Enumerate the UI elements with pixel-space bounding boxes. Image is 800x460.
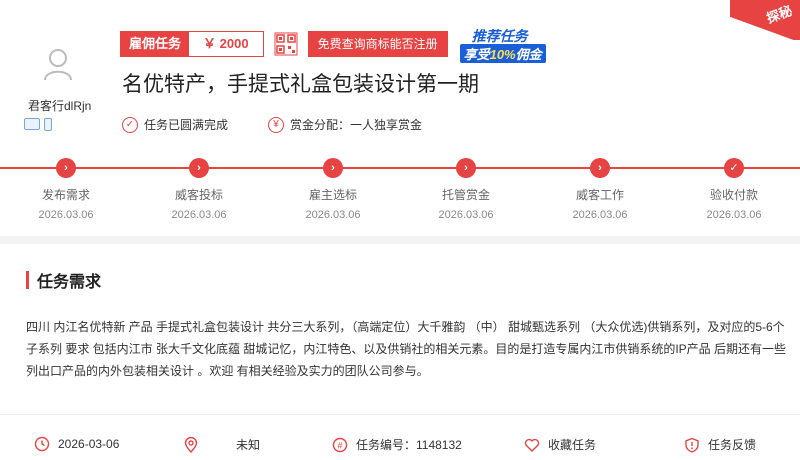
- shield-alert-icon: [685, 437, 699, 453]
- user-badges: [20, 118, 100, 131]
- footer-task-no: # 任务编号：1148132: [332, 436, 462, 453]
- clock-icon: [34, 436, 50, 452]
- reward-amount: ￥ 2000: [189, 32, 263, 56]
- promo-line1: 推荐任务: [471, 28, 528, 44]
- section-divider: [0, 236, 800, 244]
- username[interactable]: 君客行dlRjn: [20, 97, 100, 114]
- step-4: › 托管赏金 2026.03.06: [421, 157, 511, 221]
- svg-text:#: #: [337, 440, 342, 450]
- promo-line2: 享受10%佣金: [459, 44, 546, 63]
- favorite-task[interactable]: 收藏任务: [524, 436, 596, 453]
- trademark-check-button[interactable]: 免费查询商标能否注册: [307, 31, 448, 57]
- feedback-task[interactable]: 任务反馈: [684, 436, 756, 453]
- header-row: 雇佣任务 ￥ 2000 免费查询商标能否注册 推荐任务 享受10%佣金: [120, 24, 560, 64]
- progress-line: [0, 167, 800, 169]
- promo-banner[interactable]: 推荐任务 享受10%佣金: [458, 24, 560, 64]
- task-status: ✓ 任务已圆满完成: [122, 116, 228, 133]
- step-6: ✓ 验收付款 2026.03.06: [689, 157, 779, 221]
- phone-icon: [44, 118, 52, 131]
- footer-divider: [0, 414, 800, 415]
- reward-box: 雇佣任务 ￥ 2000: [120, 31, 264, 57]
- reward-label: 雇佣任务: [121, 32, 190, 56]
- chevron-right-icon: ›: [590, 158, 610, 178]
- task-info: ✓ 任务已圆满完成 ¥ 赏金分配：一人独享赏金: [122, 116, 422, 133]
- step-5: › 威客工作 2026.03.06: [555, 157, 645, 221]
- corner-ribbon[interactable]: 探秘: [730, 0, 800, 40]
- section-heading: 任务需求: [26, 268, 101, 292]
- task-title: 名优特产，手提式礼盒包装设计第一期: [122, 73, 479, 96]
- step-2: › 威客投标 2026.03.06: [154, 157, 244, 221]
- task-description: 四川 内江名优特新 产品 手提式礼盒包装设计 共分三大系列，（高端定位）大千雅韵…: [26, 320, 787, 378]
- user-card: 君客行dlRjn: [20, 35, 100, 131]
- chevron-right-icon: ›: [323, 158, 343, 178]
- footer-location: 未知: [184, 436, 260, 453]
- reward-mode: ¥ 赏金分配：一人独享赏金: [268, 116, 422, 133]
- chevron-right-icon: ›: [56, 158, 76, 178]
- section-accent-bar: [26, 271, 29, 289]
- avatar[interactable]: [20, 35, 96, 93]
- check-icon: ✓: [724, 158, 744, 178]
- progress-steps: › 发布需求 2026.03.06 › 威客投标 2026.03.06 › 雇主…: [0, 157, 800, 221]
- location-pin-icon: [184, 436, 198, 453]
- yen-circle-icon: ¥: [268, 116, 285, 133]
- chevron-right-icon: ›: [456, 158, 476, 178]
- id-card-icon: [24, 118, 40, 130]
- qr-code-icon[interactable]: [274, 32, 298, 56]
- footer-date: 2026-03-06: [34, 436, 119, 452]
- chevron-right-icon: ›: [189, 158, 209, 178]
- hash-icon: #: [332, 437, 348, 452]
- user-icon: [44, 49, 72, 81]
- check-circle-icon: ✓: [122, 116, 138, 133]
- step-1: › 发布需求 2026.03.06: [21, 157, 111, 221]
- step-3: › 雇主选标 2026.03.06: [288, 157, 378, 221]
- heart-icon: [524, 438, 540, 452]
